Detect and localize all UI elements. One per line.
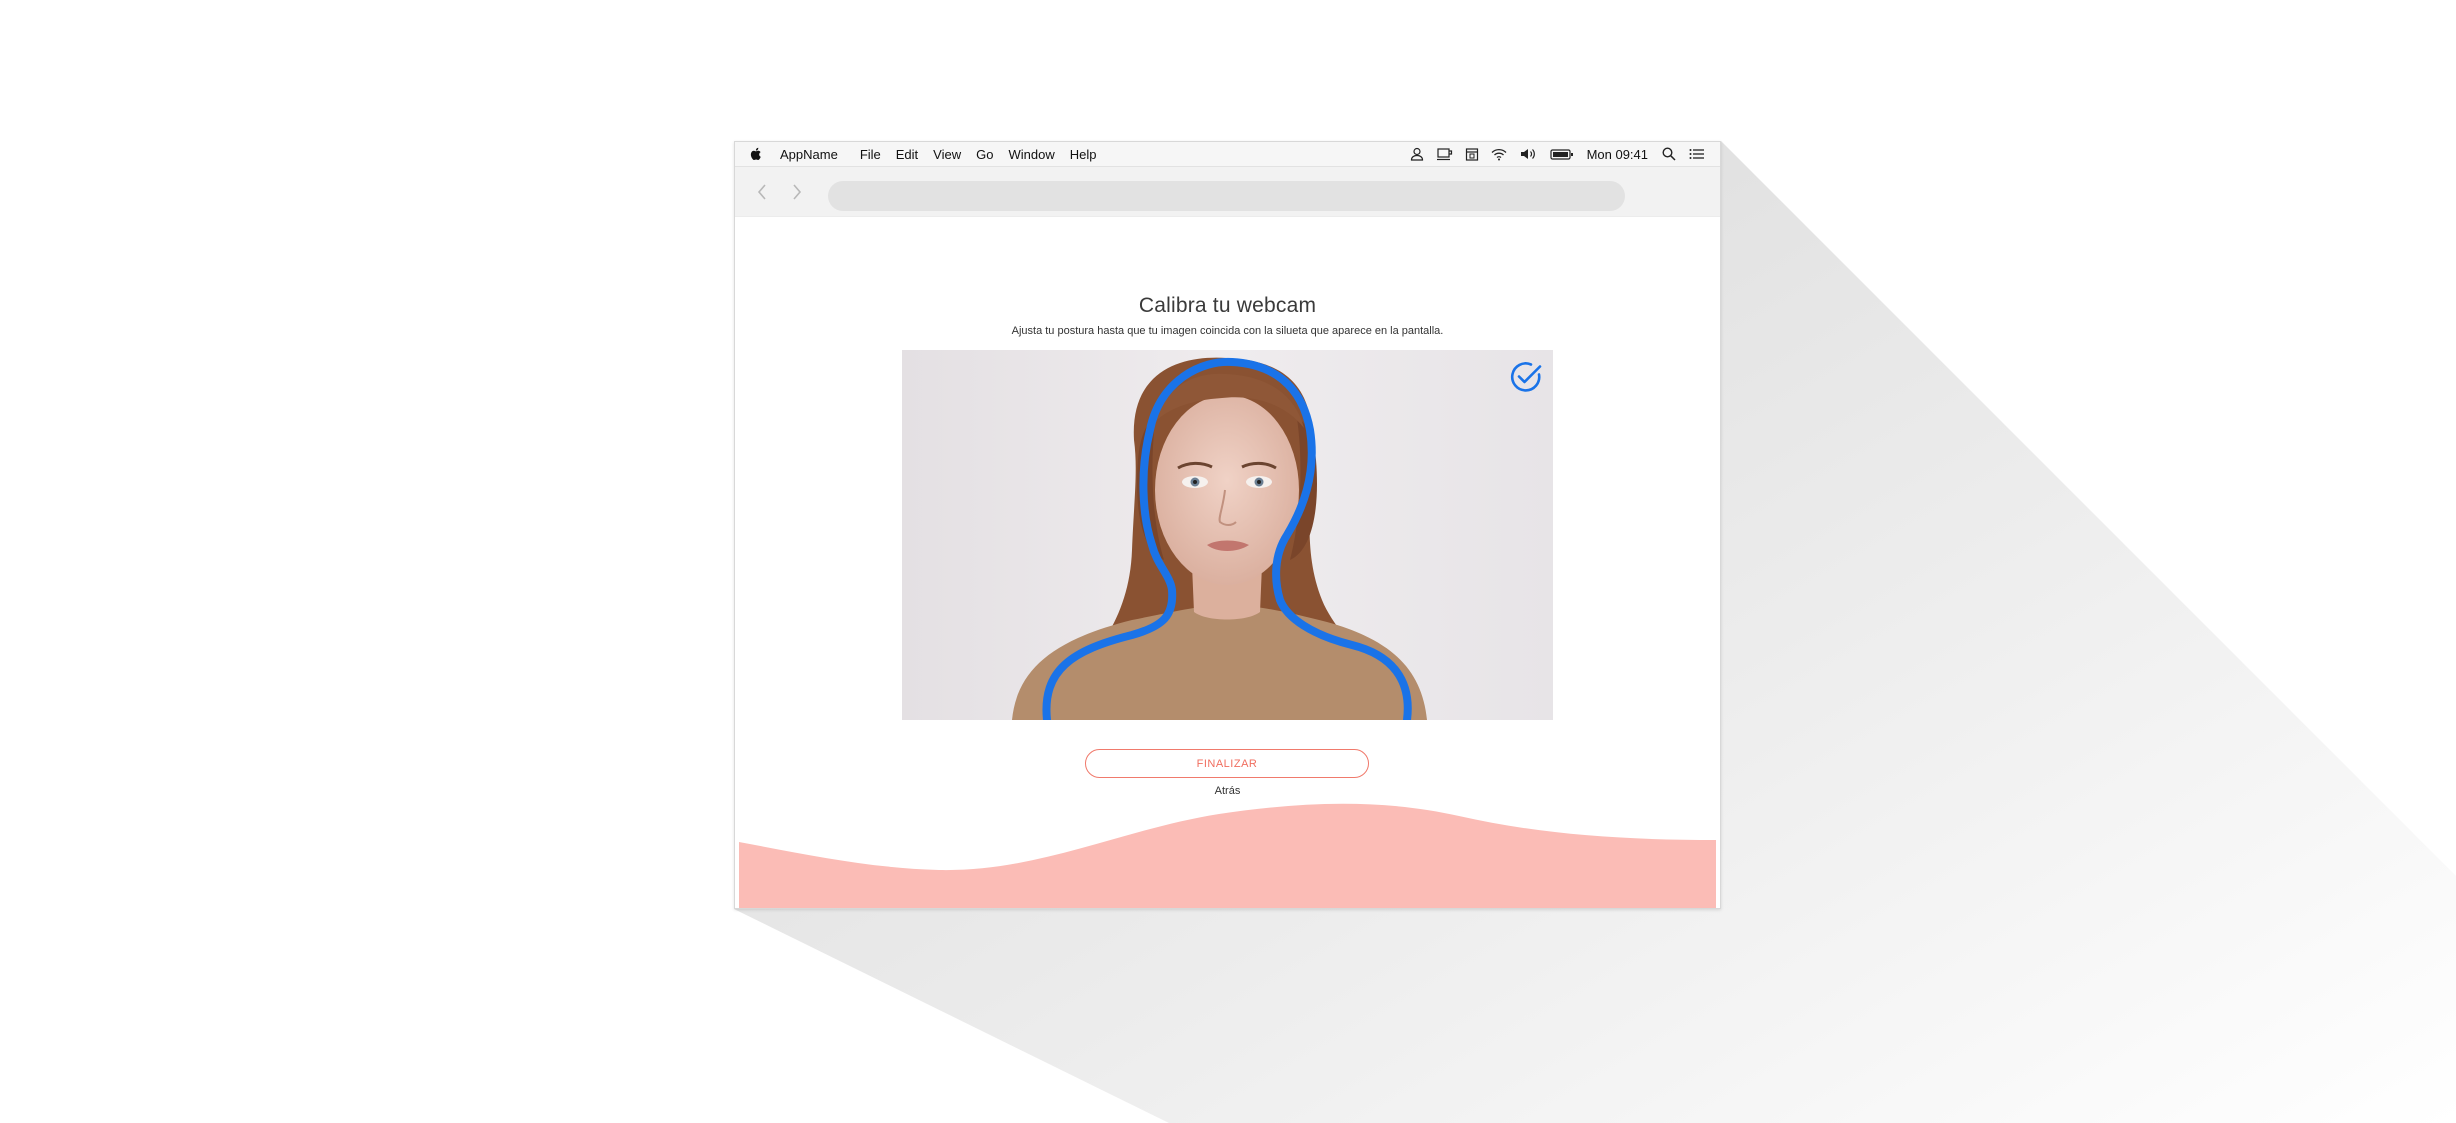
menu-edit[interactable]: Edit	[896, 147, 918, 162]
back-link[interactable]: Atrás	[739, 785, 1716, 797]
menu-app-name[interactable]: AppName	[780, 147, 838, 162]
chevron-right-icon	[793, 184, 802, 200]
chevron-left-icon	[757, 184, 766, 200]
menu-bar: AppName File Edit View Go Window Help Mo…	[735, 142, 1720, 167]
menu-help[interactable]: Help	[1070, 147, 1097, 162]
user-icon[interactable]	[1409, 146, 1425, 162]
page-title: Calibra tu webcam	[1138, 294, 1317, 317]
apple-icon[interactable]	[748, 146, 764, 162]
forward-button[interactable]	[787, 182, 807, 202]
finish-button[interactable]: FINALIZAR	[1085, 749, 1369, 778]
webcam-image	[902, 350, 1553, 720]
page-content: Calibra tu webcam Ajusta tu postura hast…	[739, 217, 1716, 908]
browser-toolbar	[735, 167, 1720, 217]
page-subtitle: Ajusta tu postura hasta que tu imagen co…	[1011, 325, 1444, 337]
menu-go[interactable]: Go	[976, 147, 993, 162]
search-icon[interactable]	[1661, 146, 1677, 162]
menu-file[interactable]: File	[860, 147, 881, 162]
cup-icon[interactable]	[1436, 146, 1454, 162]
menu-view[interactable]: View	[933, 147, 961, 162]
volume-icon[interactable]	[1519, 146, 1539, 162]
status-area: Mon 09:41	[1409, 146, 1706, 162]
address-bar[interactable]	[828, 181, 1625, 211]
wifi-icon[interactable]	[1490, 146, 1508, 162]
decorative-wave	[739, 803, 1716, 908]
back-button[interactable]	[752, 182, 772, 202]
menu-clock[interactable]: Mon 09:41	[1587, 147, 1648, 162]
calendar-icon[interactable]	[1465, 146, 1479, 162]
battery-icon[interactable]	[1549, 146, 1574, 162]
webcam-preview	[902, 350, 1553, 720]
menu-window[interactable]: Window	[1008, 147, 1054, 162]
list-icon[interactable]	[1688, 146, 1706, 162]
browser-window: AppName File Edit View Go Window Help Mo…	[734, 141, 1721, 909]
check-circle-icon	[1510, 362, 1542, 392]
